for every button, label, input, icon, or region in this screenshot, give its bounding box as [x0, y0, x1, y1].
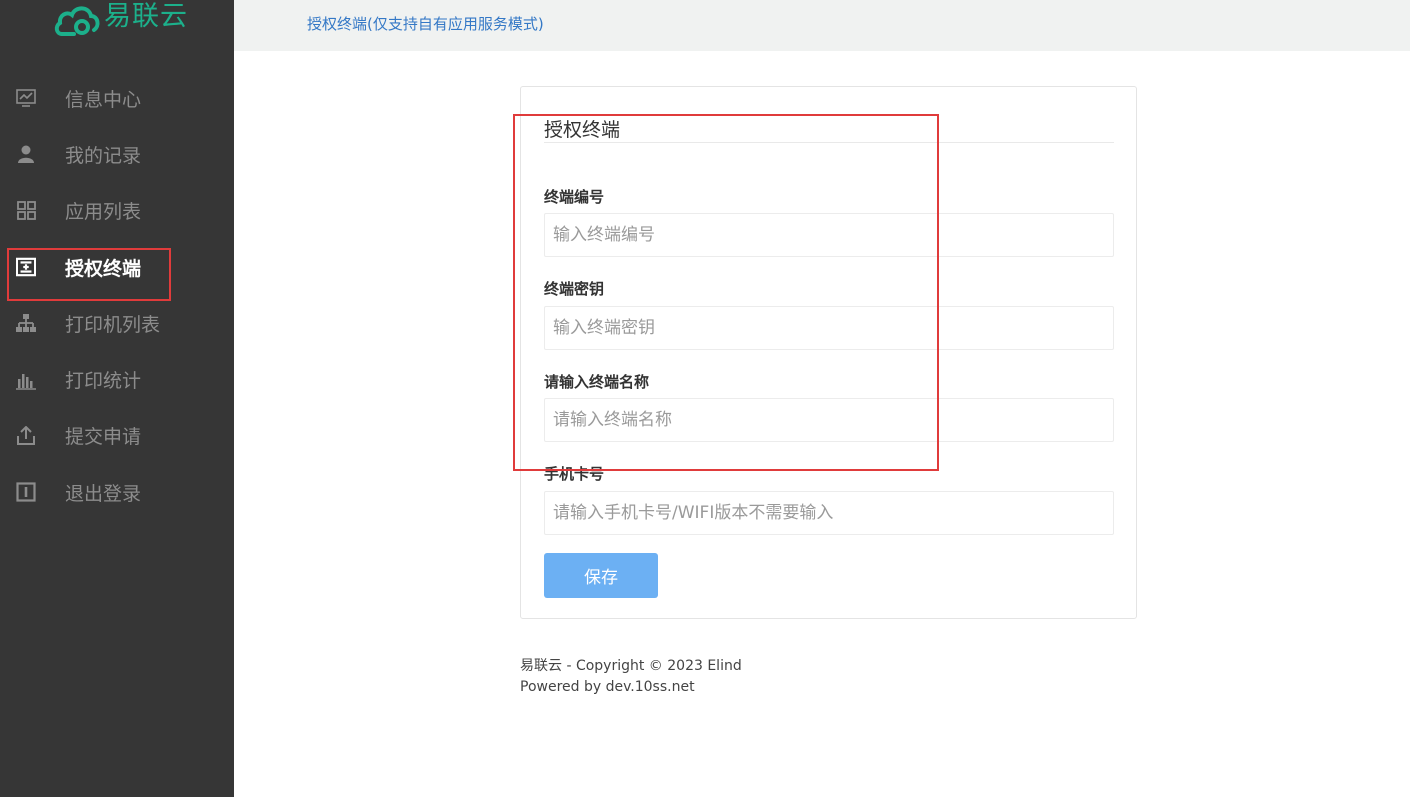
sidebar-item-label: 打印统计 [65, 370, 142, 393]
sidebar-item-label: 我的记录 [65, 144, 142, 167]
sidebar-item-submit-application[interactable]: 提交申请 [0, 408, 234, 464]
sidebar-item-authorize-terminal[interactable]: 授权终端 [0, 239, 234, 295]
top-bar: 授权终端(仅支持自有应用服务模式) [234, 0, 1410, 51]
sidebar-item-label: 打印机列表 [65, 313, 161, 336]
sidebar-item-label: 授权终端 [65, 257, 142, 280]
authorize-terminal-card: 授权终端 终端编号 终端密钥 请输入终端名称 手机卡号 保存 [520, 86, 1137, 619]
sim-number-input[interactable] [544, 491, 1114, 535]
monitor-chart-icon [16, 88, 36, 108]
terminal-key-label: 终端密钥 [544, 280, 605, 298]
sidebar-item-label: 信息中心 [65, 88, 142, 111]
sidebar-item-label: 提交申请 [65, 426, 142, 449]
sidebar-item-label: 退出登录 [65, 482, 142, 505]
bar-chart-icon [16, 370, 36, 390]
sidebar-item-my-records[interactable]: 我的记录 [0, 126, 234, 182]
divider [544, 142, 1114, 143]
copyright-text: 易联云 - Copyright © 2023 Elind [520, 658, 742, 674]
terminal-name-label: 请输入终端名称 [544, 373, 650, 391]
sidebar-item-printer-list[interactable]: 打印机列表 [0, 295, 234, 351]
cloud-logo-icon [54, 0, 100, 38]
sidebar-item-label: 应用列表 [65, 201, 142, 224]
breadcrumb[interactable]: 授权终端(仅支持自有应用服务模式) [307, 13, 544, 34]
terminal-id-label: 终端编号 [544, 188, 605, 206]
logo[interactable]: 易联云 [54, 0, 188, 38]
terminal-id-input[interactable] [544, 213, 1114, 257]
footer: 易联云 - Copyright © 2023 Elind Powered by … [520, 656, 742, 698]
terminal-name-input[interactable] [544, 398, 1114, 442]
save-button[interactable]: 保存 [544, 553, 658, 598]
terminal-key-input[interactable] [544, 306, 1114, 350]
card-title: 授权终端 [544, 119, 621, 141]
network-icon [16, 313, 36, 333]
sidebar-item-info-center[interactable]: 信息中心 [0, 70, 234, 126]
sidebar-item-app-list[interactable]: 应用列表 [0, 183, 234, 239]
upload-icon [16, 425, 36, 446]
sidebar-nav: 信息中心 我的记录 应用列表 授权终端 打印机列表 打印统计 提交申请 退出登录 [0, 70, 234, 520]
sim-number-label: 手机卡号 [544, 465, 605, 483]
logout-icon [16, 482, 36, 502]
grid-icon [16, 201, 36, 221]
user-icon [16, 144, 36, 164]
sidebar: 易联云 信息中心 我的记录 应用列表 授权终端 打印机列表 打印统计 提交申请 … [0, 0, 234, 797]
sidebar-item-logout[interactable]: 退出登录 [0, 464, 234, 520]
powered-by-text: Powered by dev.10ss.net [520, 679, 695, 695]
logo-text: 易联云 [104, 0, 188, 32]
sidebar-item-print-stats[interactable]: 打印统计 [0, 351, 234, 407]
terminal-add-icon [16, 257, 36, 277]
